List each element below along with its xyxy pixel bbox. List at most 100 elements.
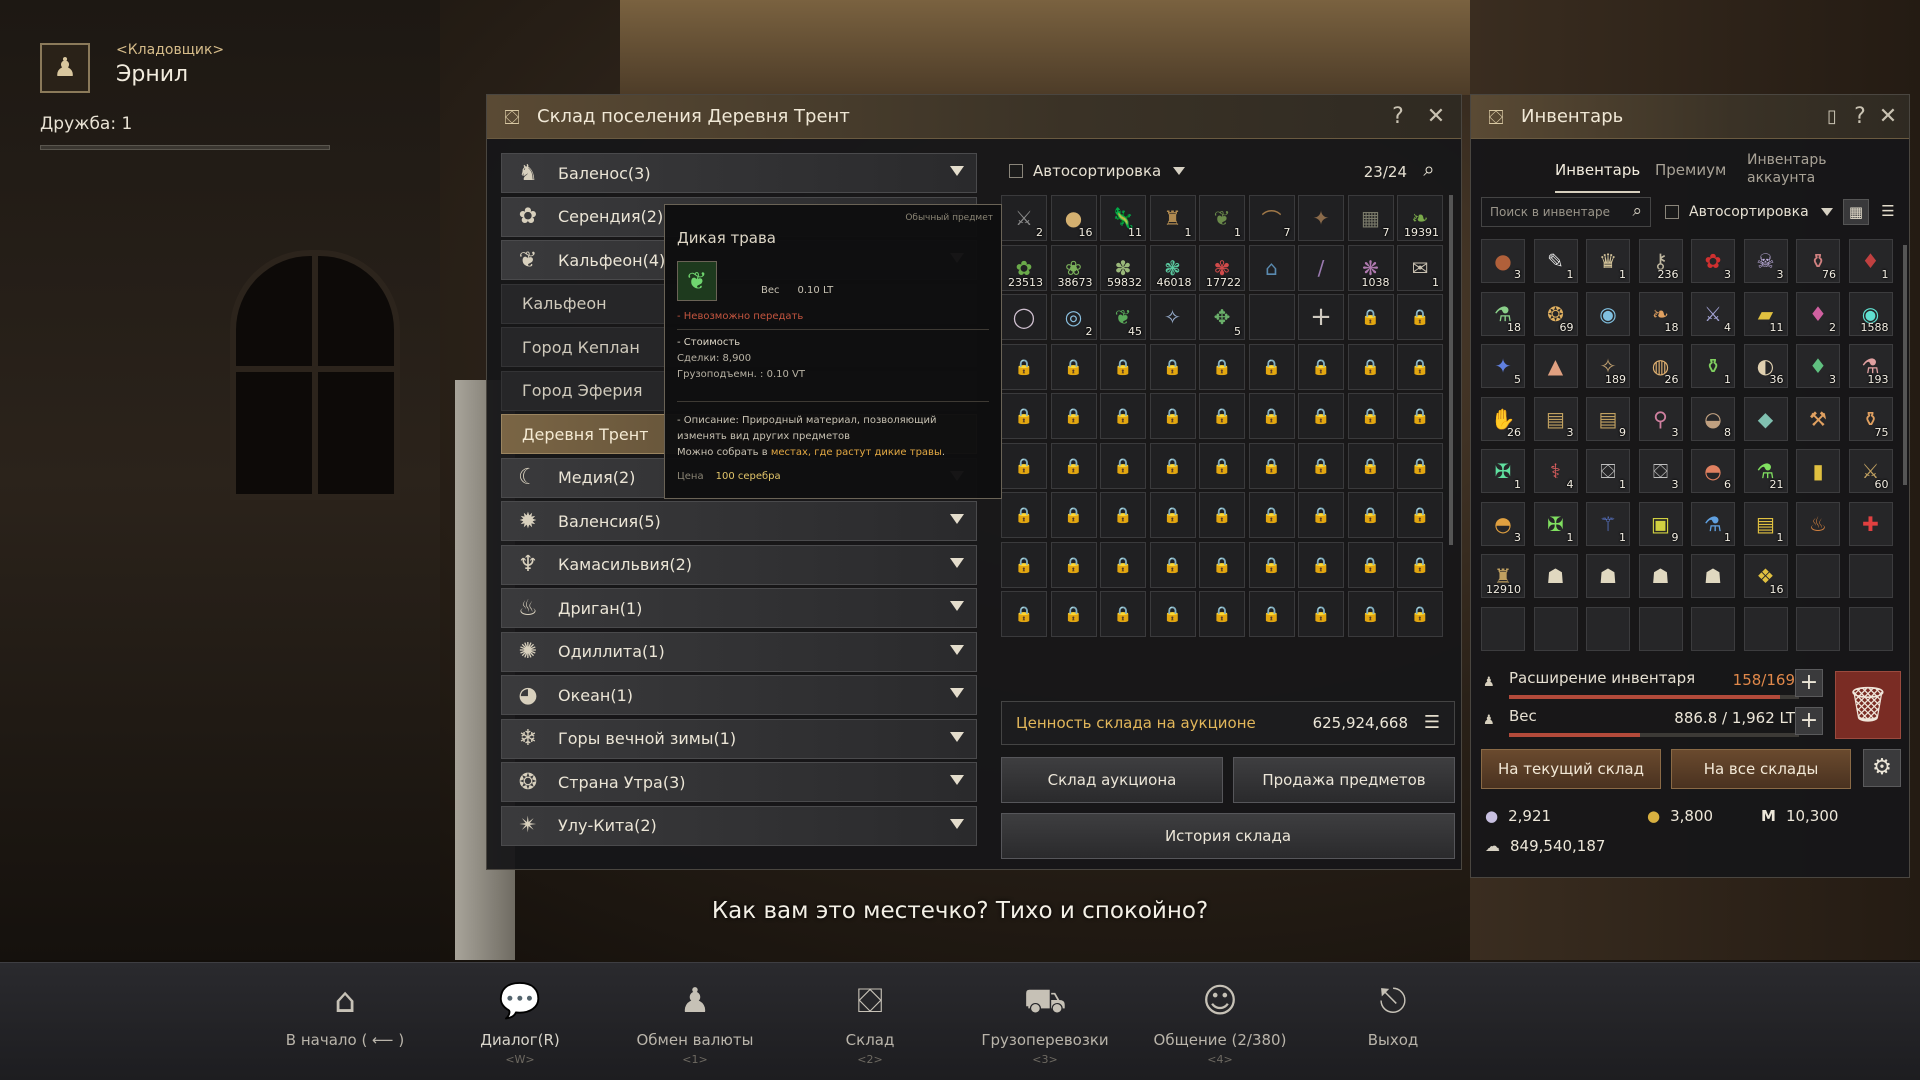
storage-item-slot[interactable]: ❧ 19391	[1397, 195, 1443, 241]
chevron-down-icon[interactable]	[950, 166, 964, 176]
storage-item-slot[interactable]: ❦ 45	[1100, 294, 1146, 340]
inventory-item-slot[interactable]: ❖ 16	[1743, 554, 1788, 598]
empty-slot[interactable]	[1481, 606, 1525, 651]
inventory-item-slot[interactable]: ⚗ 193	[1848, 344, 1893, 388]
storage-history-button[interactable]: История склада	[1001, 813, 1455, 859]
inventory-item-slot[interactable]: ⚷ 236	[1638, 239, 1683, 283]
inventory-item-slot[interactable]: ⚕ 4	[1533, 449, 1578, 493]
empty-slot[interactable]	[1796, 606, 1840, 651]
inventory-item-slot[interactable]: ⚚ 1	[1586, 501, 1630, 546]
menu-money-bag[interactable]: ♟ Обмен валюты <1>	[610, 981, 780, 1066]
storage-item-slot[interactable]: ▦ 7	[1347, 195, 1394, 241]
region-item[interactable]: ❂ Страна Утра(3)	[501, 762, 977, 802]
storage-item-slot[interactable]: ⚔ 2	[1001, 195, 1047, 241]
inventory-item-slot[interactable]: ♛ 1	[1586, 239, 1630, 283]
inventory-item-slot[interactable]: ✠ 1	[1481, 449, 1525, 493]
grid-view-icon[interactable]: ▦	[1843, 199, 1869, 225]
storage-item-slot[interactable]: ✥ 5	[1199, 294, 1245, 340]
inventory-item-slot[interactable]: ☗	[1691, 554, 1735, 598]
chevron-down-icon[interactable]	[950, 731, 964, 742]
inventory-search-input[interactable]: Поиск в инвентаре ⌕	[1481, 197, 1651, 227]
inventory-item-slot[interactable]: ▰ 11	[1743, 291, 1788, 336]
help-button[interactable]: ?	[1847, 104, 1873, 130]
inventory-item-slot[interactable]: ▤ 9	[1586, 396, 1630, 441]
inventory-item-slot[interactable]: ▲	[1533, 344, 1578, 388]
inventory-item-slot[interactable]: ⚲ 3	[1638, 396, 1683, 441]
storage-item-slot[interactable]: ✧	[1149, 294, 1196, 340]
empty-slot[interactable]	[1586, 606, 1630, 651]
inventory-item-slot[interactable]: ⚔ 60	[1848, 449, 1893, 493]
empty-slot[interactable]	[1638, 606, 1683, 651]
storage-scrollbar[interactable]	[1449, 195, 1453, 545]
storage-item-slot[interactable]: ♜ 1	[1149, 195, 1196, 241]
inventory-item-slot[interactable]: ● 3	[1481, 239, 1525, 283]
storage-item-slot[interactable]: ❋ 1038	[1347, 244, 1394, 291]
region-item[interactable]: ◕ Океан(1)	[501, 675, 977, 715]
chevron-down-icon[interactable]	[950, 644, 964, 655]
storage-item-slot[interactable]: ❦ 1	[1199, 195, 1245, 241]
storage-header[interactable]: ⛋ Склад поселения Деревня Трент ? ✕	[487, 95, 1461, 139]
storage-item-slot[interactable]: ✉ 1	[1397, 244, 1443, 291]
menu-exit[interactable]: ⎋ Выход	[1308, 981, 1478, 1053]
inventory-item-slot[interactable]: ☗	[1586, 554, 1630, 598]
inventory-item-slot[interactable]: ◓ 6	[1691, 449, 1735, 493]
inventory-item-slot[interactable]: ♦ 2	[1796, 291, 1840, 336]
autosort-checkbox[interactable]	[1009, 164, 1023, 178]
inventory-item-slot[interactable]: ♨	[1796, 501, 1840, 546]
expand-plus-button[interactable]: +	[1795, 669, 1823, 697]
inventory-item-slot[interactable]: ✿ 3	[1691, 239, 1735, 283]
chevron-down-icon[interactable]	[1820, 208, 1833, 216]
inventory-item-slot[interactable]: ◉ 1588	[1848, 291, 1893, 336]
chevron-down-icon[interactable]	[950, 557, 964, 568]
inventory-item-slot[interactable]: ♜ 12910	[1481, 554, 1525, 598]
inventory-item-slot[interactable]: ⚗ 21	[1743, 449, 1788, 493]
inventory-item-slot[interactable]: ◍ 26	[1638, 344, 1683, 388]
inventory-item-slot[interactable]: ✚	[1848, 501, 1893, 546]
empty-slot[interactable]	[1848, 554, 1893, 598]
tab-premium[interactable]: Премиум	[1655, 161, 1726, 179]
region-item[interactable]: ♆ Камасильвия(2)	[501, 544, 977, 585]
storage-item-slot[interactable]: /	[1298, 244, 1344, 291]
inventory-item-slot[interactable]: ⛋ 1	[1586, 449, 1630, 493]
chevron-down-icon[interactable]	[950, 775, 964, 785]
empty-slot[interactable]	[1743, 606, 1788, 651]
inventory-item-slot[interactable]: ▣ 9	[1638, 501, 1683, 546]
inventory-item-slot[interactable]: ✋ 26	[1481, 396, 1525, 441]
tab-inventory[interactable]: Инвентарь	[1555, 161, 1641, 193]
chevron-down-icon[interactable]	[950, 514, 964, 524]
to-all-storages-button[interactable]: На все склады	[1671, 749, 1851, 789]
storage-item-slot[interactable]: 🦎 11	[1100, 195, 1146, 241]
add-slot-button[interactable]: +	[1298, 294, 1344, 340]
list-view-icon[interactable]: ☰	[1875, 199, 1901, 225]
sell-items-button[interactable]: Продажа предметов	[1233, 757, 1455, 803]
inventory-item-slot[interactable]: ☠ 3	[1743, 239, 1788, 283]
inventory-item-slot[interactable]: ⚒	[1796, 396, 1840, 441]
empty-slot[interactable]	[1533, 606, 1578, 651]
region-item[interactable]: ✹ Валенсия(5)	[501, 501, 977, 541]
empty-slot[interactable]	[1796, 554, 1840, 598]
menu-home[interactable]: ⌂ В начало ( ⟵ )	[260, 981, 430, 1053]
gear-icon[interactable]: ⚙	[1863, 749, 1901, 787]
inventory-item-slot[interactable]: ◐ 36	[1743, 344, 1788, 388]
inventory-item-slot[interactable]: ☗	[1533, 554, 1578, 598]
inventory-item-slot[interactable]: ☗	[1638, 554, 1683, 598]
region-item[interactable]: ♨ Дриган(1)	[501, 588, 977, 628]
storage-item-slot[interactable]: ✦	[1298, 195, 1344, 241]
empty-slot[interactable]	[1691, 606, 1735, 651]
menu-wagon[interactable]: ⛟ Грузоперевозки <3>	[960, 981, 1130, 1066]
close-button[interactable]: ✕	[1875, 104, 1901, 130]
trash-icon[interactable]: 🗑	[1835, 671, 1901, 739]
storage-item-slot[interactable]: ◯	[1001, 294, 1047, 340]
empty-slot[interactable]	[1248, 294, 1295, 340]
inventory-item-slot[interactable]: ♦ 1	[1848, 239, 1893, 283]
inventory-item-slot[interactable]: ✧ 189	[1586, 344, 1630, 388]
inventory-item-slot[interactable]: ▮	[1796, 449, 1840, 493]
storage-item-slot[interactable]: ❃ 46018	[1149, 244, 1196, 291]
document-icon[interactable]: ▯	[1819, 104, 1845, 130]
inventory-item-slot[interactable]: ♦ 3	[1796, 344, 1840, 388]
inventory-item-slot[interactable]: ◆	[1743, 396, 1788, 441]
inventory-header[interactable]: ⛋ Инвентарь ▯ ? ✕	[1471, 95, 1909, 139]
chevron-down-icon[interactable]	[950, 688, 964, 698]
inventory-item-slot[interactable]: ✠ 1	[1533, 501, 1578, 546]
inventory-item-slot[interactable]: ◓ 3	[1481, 501, 1525, 546]
